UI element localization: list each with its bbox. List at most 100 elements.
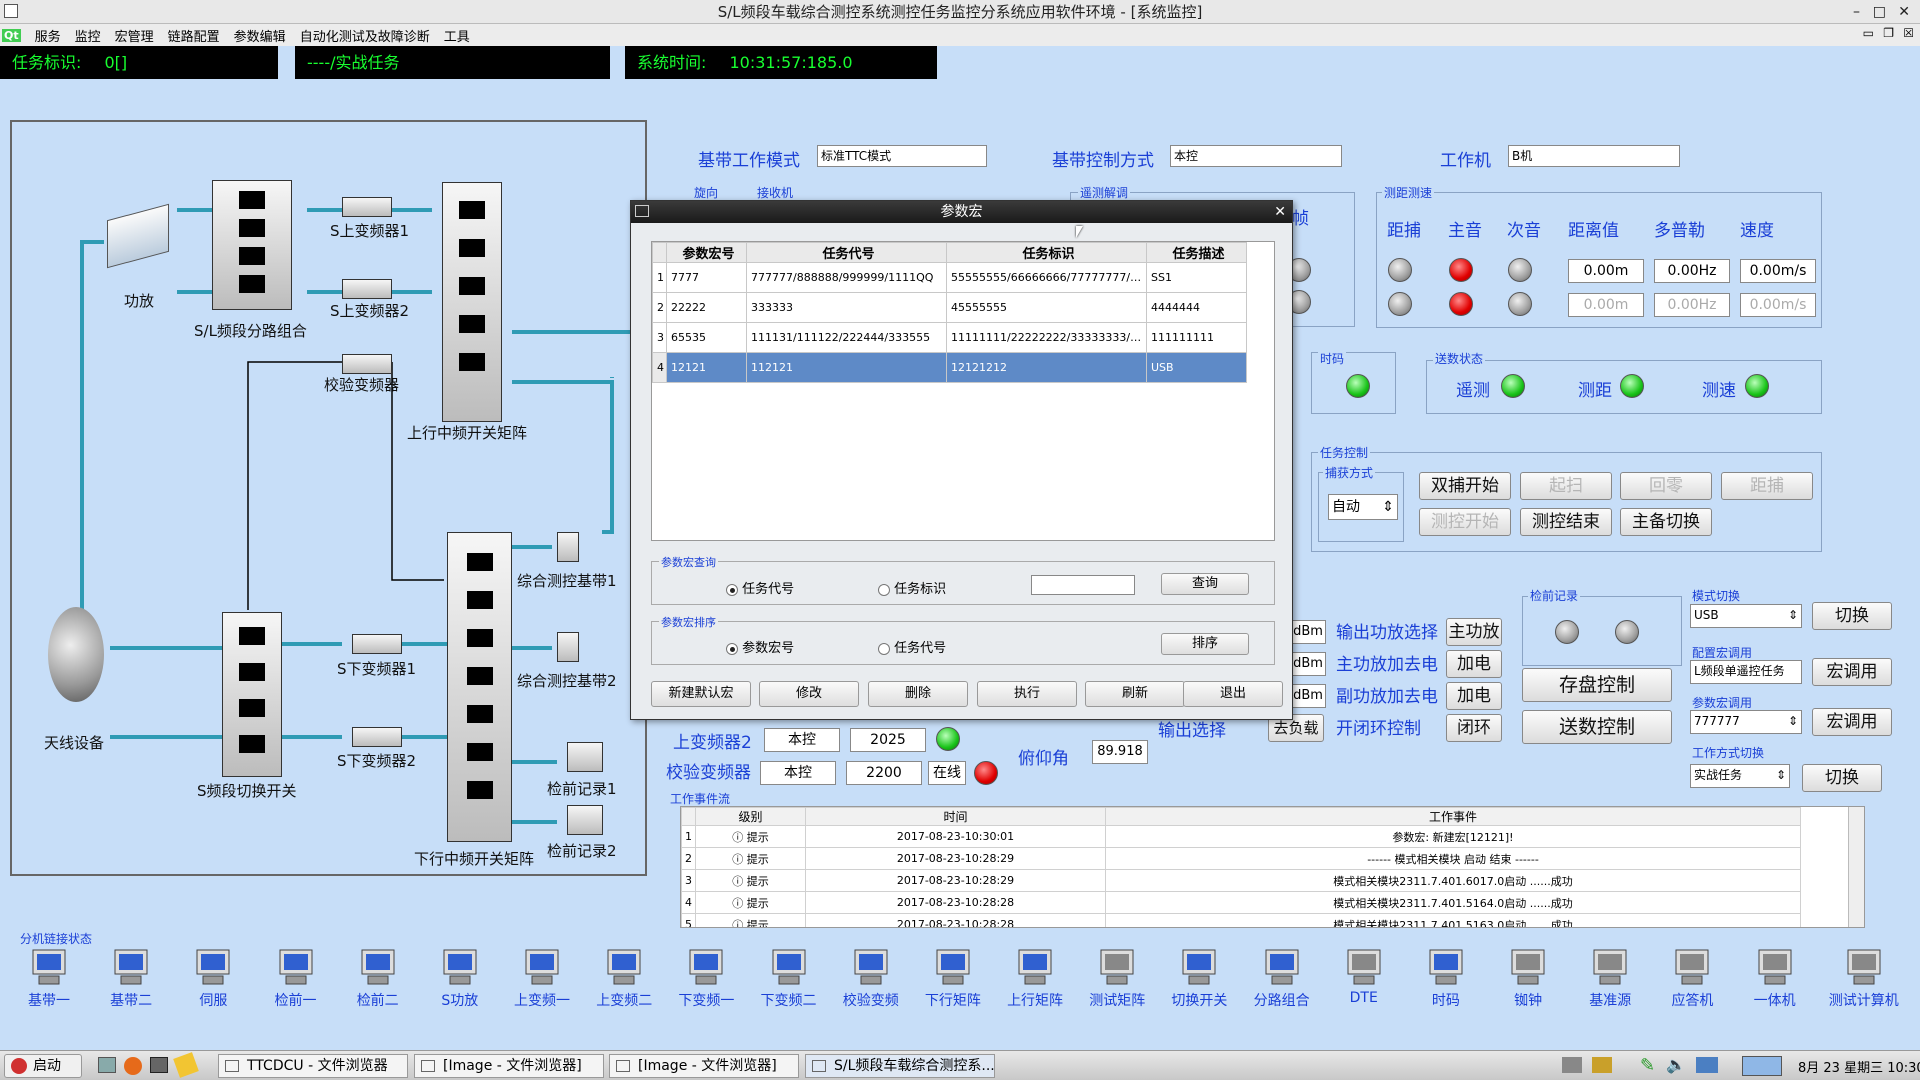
node-item[interactable]: 上变频二 [589, 948, 659, 1038]
node-item[interactable]: 下变频一 [671, 948, 741, 1038]
desktop-pager-icon[interactable] [1742, 1056, 1782, 1076]
return-zero-button[interactable]: 回零 [1620, 472, 1712, 500]
menu-link[interactable]: 链路配置 [168, 26, 220, 45]
table-row[interactable]: 2 22222 333333 45555555 4444444 [652, 292, 1247, 323]
table-row[interactable]: 4 ⓘ 提示 2017-08-23-10:28:28 模式相关模块2311.7.401… [681, 891, 1801, 914]
network-icon[interactable] [1562, 1057, 1582, 1073]
query-opt-mark[interactable]: 任务标识 [878, 578, 946, 597]
firefox-icon[interactable] [124, 1057, 142, 1075]
node-item[interactable]: 基带二 [96, 948, 166, 1038]
node-item[interactable]: DTE [1329, 948, 1399, 1038]
ttc-end-button[interactable]: 测控结束 [1520, 508, 1612, 536]
query-button[interactable]: 查询 [1161, 573, 1249, 595]
node-item[interactable]: 下行矩阵 [918, 948, 988, 1038]
config-macro-call-button[interactable]: 宏调用 [1812, 658, 1892, 686]
table-row[interactable]: 2 ⓘ 提示 2017-08-23-10:28:29 ------ 模式相关模块 启动… [681, 847, 1801, 870]
send-ctrl-button[interactable]: 送数控制 [1522, 710, 1672, 744]
node-item[interactable]: 分路组合 [1247, 948, 1317, 1038]
node-item[interactable]: 测试计算机 [1822, 948, 1906, 1038]
main-power-button[interactable]: 加电 [1446, 650, 1502, 678]
refresh-button[interactable]: 刷新 [1085, 681, 1185, 707]
machine-field[interactable]: B机 [1508, 145, 1680, 167]
param-macro-select[interactable]: 777777 ⇕ [1690, 710, 1802, 734]
node-item[interactable]: 下变频二 [754, 948, 824, 1038]
menu-auto-test[interactable]: 自动化测试及故障诊断 [300, 26, 430, 45]
node-item[interactable]: 切换开关 [1164, 948, 1234, 1038]
volume-icon[interactable]: 🔈 [1666, 1055, 1686, 1074]
param-macro-call-button[interactable]: 宏调用 [1812, 708, 1892, 736]
mode-switch-select[interactable]: USB ⇕ [1690, 604, 1802, 628]
menu-service[interactable]: 服务 [35, 26, 61, 45]
dialog-close-icon[interactable]: ✕ [1274, 201, 1286, 223]
close-icon[interactable]: ✕ [1898, 0, 1910, 24]
table-row[interactable]: 1 7777 777777/888888/999999/1111QQ 55555555… [652, 262, 1247, 293]
taskbar-item-1[interactable]: TTCDCU - 文件浏览器 [218, 1054, 408, 1078]
node-item[interactable]: 时码 [1411, 948, 1481, 1038]
node-item[interactable]: 上变频一 [507, 948, 577, 1038]
table-row[interactable]: 1 ⓘ 提示 2017-08-23-10:30:01 参数宏: 新建宏[12121]! [681, 825, 1801, 848]
query-opt-code[interactable]: 任务代号 [726, 578, 794, 597]
sort-opt-code[interactable]: 任务代号 [878, 637, 946, 656]
mode-switch-button[interactable]: 切换 [1812, 602, 1892, 630]
terminal-icon[interactable] [150, 1057, 168, 1073]
node-item[interactable]: 基准源 [1575, 948, 1645, 1038]
node-item[interactable]: 伺服 [178, 948, 248, 1038]
events-scrollbar[interactable] [1848, 807, 1864, 927]
ctrl-field[interactable]: 本控 [1170, 145, 1342, 167]
node-item[interactable]: 检前一 [261, 948, 331, 1038]
menu-tools[interactable]: 工具 [444, 26, 470, 45]
taskbar-item-4[interactable]: S/L频段车载综合测控系... [805, 1054, 995, 1078]
node-item[interactable]: 校验变频 [836, 948, 906, 1038]
node-item[interactable]: 铷钟 [1493, 948, 1563, 1038]
mode-field[interactable]: 标准TTC模式 [817, 145, 987, 167]
node-item[interactable]: 基带一 [14, 948, 84, 1038]
new-default-macro-button[interactable]: 新建默认宏 [651, 681, 751, 707]
minimize-icon[interactable]: – [1853, 0, 1860, 24]
folder-icon[interactable] [98, 1057, 116, 1073]
menu-monitor[interactable]: 监控 [75, 26, 101, 45]
editor-icon[interactable] [173, 1052, 199, 1078]
node-item[interactable]: 一体机 [1740, 948, 1810, 1038]
mdi-close-icon[interactable]: ☒ [1903, 26, 1914, 40]
exit-button[interactable]: 退出 [1183, 681, 1283, 707]
table-row[interactable]: 3 65535 111131/111122/222444/333555 1111111… [652, 322, 1247, 353]
start-button[interactable]: 启动 [4, 1054, 82, 1078]
sub-power-button[interactable]: 加电 [1446, 682, 1502, 710]
ttc-start-button[interactable]: 测控开始 [1419, 508, 1511, 536]
tool-icon[interactable]: ✎ [1640, 1055, 1660, 1076]
mdi-restore-icon[interactable]: ❐ [1883, 26, 1894, 40]
taskbar-item-3[interactable]: [Image - 文件浏览器] [609, 1054, 799, 1078]
display-icon[interactable] [1696, 1057, 1718, 1073]
mdi-minimize-icon[interactable]: ▭ [1863, 26, 1874, 40]
work-switch-button[interactable]: 切换 [1802, 764, 1882, 792]
node-item[interactable]: 检前二 [343, 948, 413, 1038]
menu-macro[interactable]: 宏管理 [115, 26, 154, 45]
config-macro-select[interactable]: L频段单遥控任务 [1690, 660, 1802, 684]
capture-select[interactable]: 自动 ⇕ [1328, 494, 1398, 520]
main-backup-switch-button[interactable]: 主备切换 [1620, 508, 1712, 536]
work-switch-select[interactable]: 实战任务 ⇕ [1690, 764, 1790, 788]
main-amp-button[interactable]: 主功放 [1446, 618, 1502, 646]
scan-start-button[interactable]: 起扫 [1520, 472, 1612, 500]
table-row[interactable]: 3 ⓘ 提示 2017-08-23-10:28:29 模式相关模块2311.7.401… [681, 869, 1801, 892]
sort-opt-id[interactable]: 参数宏号 [726, 637, 794, 656]
table-row[interactable]: 5 ⓘ 提示 2017-08-23-10:28:28 模式相关模块2311.7.401… [681, 913, 1801, 927]
loop-ctrl-button[interactable]: 闭环 [1446, 714, 1502, 742]
table-row-selected[interactable]: 4 12121 112121 12121212 USB [652, 352, 1247, 383]
package-icon[interactable] [1592, 1057, 1612, 1073]
menu-param[interactable]: 参数编辑 [234, 26, 286, 45]
node-item[interactable]: 应答机 [1657, 948, 1727, 1038]
store-ctrl-button[interactable]: 存盘控制 [1522, 668, 1672, 702]
node-item[interactable]: 上行矩阵 [1000, 948, 1070, 1038]
modify-button[interactable]: 修改 [759, 681, 859, 707]
execute-button[interactable]: 执行 [977, 681, 1077, 707]
sort-button[interactable]: 排序 [1161, 633, 1249, 655]
taskbar-item-2[interactable]: [Image - 文件浏览器] [414, 1054, 604, 1078]
dual-capture-start-button[interactable]: 双捕开始 [1419, 472, 1511, 500]
query-input[interactable] [1031, 575, 1135, 595]
node-item[interactable]: 测试矩阵 [1082, 948, 1152, 1038]
delete-button[interactable]: 删除 [868, 681, 968, 707]
node-item[interactable]: S功放 [425, 948, 495, 1038]
range-capture-button[interactable]: 距捕 [1721, 472, 1813, 500]
maximize-icon[interactable]: □ [1873, 0, 1886, 24]
